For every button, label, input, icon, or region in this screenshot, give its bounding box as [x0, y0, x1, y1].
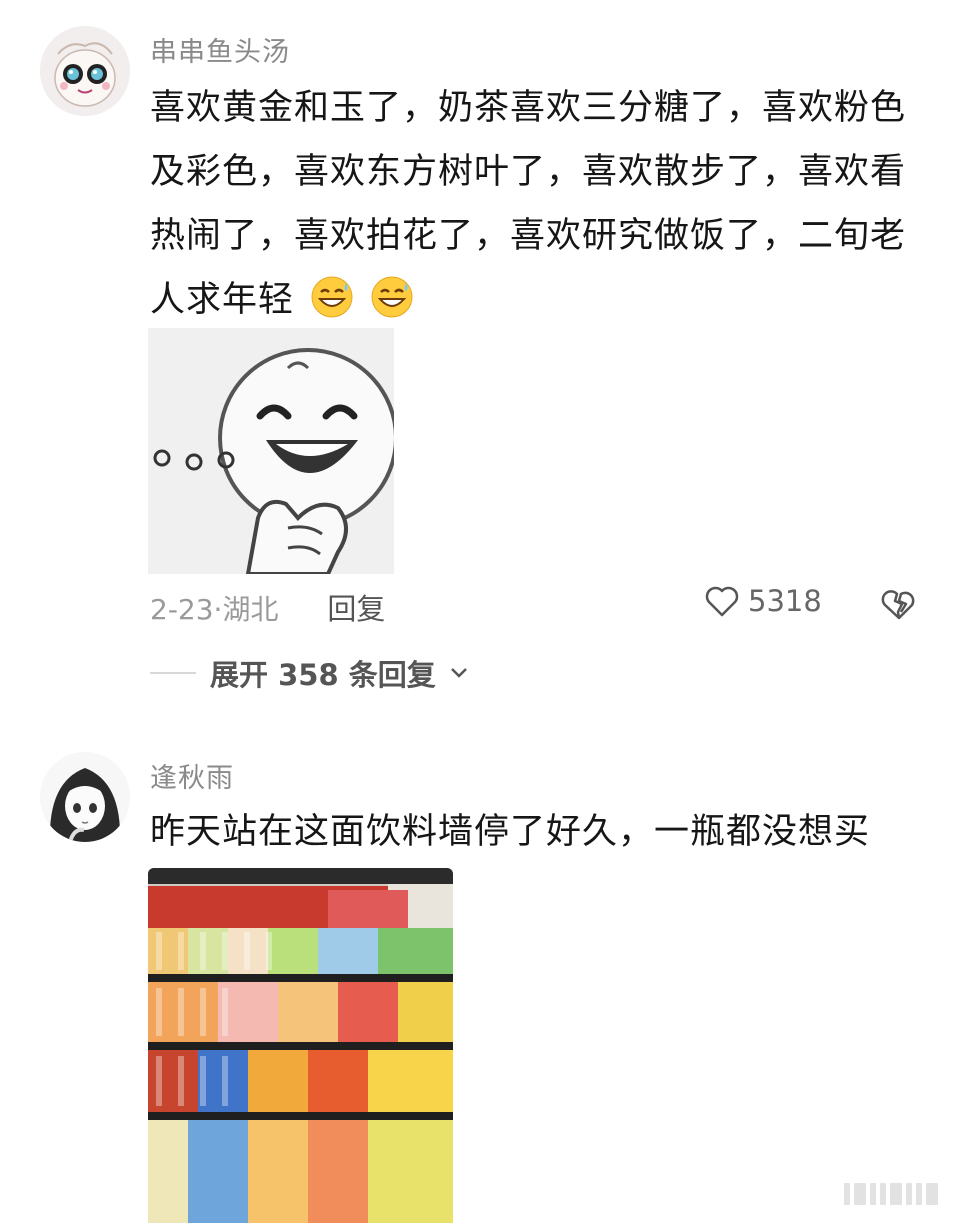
avatar[interactable] [40, 752, 130, 842]
like-button[interactable]: 5318 [704, 584, 822, 618]
divider-line [150, 672, 196, 674]
grinning-sweat-emoji-icon [311, 276, 353, 318]
comment-meta: 2-23·湖北 回复 [150, 586, 385, 628]
heart-icon [705, 586, 739, 617]
cartoon-avatar-icon [40, 26, 130, 116]
beverage-shelf-photo-icon [148, 868, 453, 1223]
expand-replies-label: 展开 358 条回复 [210, 658, 436, 692]
date-location: 2-23·湖北 [150, 593, 279, 626]
comment-image[interactable] [148, 328, 394, 574]
like-count: 5318 [748, 584, 822, 618]
comment-line: 及彩色，喜欢东方树叶了，喜欢散步了，喜欢看 [150, 152, 907, 192]
comment-text: 昨天站在这面饮料墙停了好久，一瓶都没想买 [150, 800, 930, 864]
comment-line: 人求年轻 [150, 280, 295, 320]
comment-image[interactable] [148, 868, 453, 1223]
comment-line: 喜欢黄金和玉了，奶茶喜欢三分糖了，喜欢粉色 [150, 88, 907, 128]
grinning-sweat-emoji-icon [371, 276, 413, 318]
scroll-indicator [844, 1183, 938, 1205]
broken-heart-icon[interactable] [880, 586, 918, 622]
reply-button[interactable]: 回复 [327, 592, 385, 626]
comment-line-last: 人求年轻 [150, 268, 930, 332]
thinking-smile-sticker-icon [148, 328, 394, 574]
comment-text: 喜欢黄金和玉了，奶茶喜欢三分糖了，喜欢粉色 及彩色，喜欢东方树叶了，喜欢散步了，… [150, 76, 930, 332]
expand-replies-button[interactable]: 展开 358 条回复 [150, 652, 468, 694]
comment-line: 热闹了，喜欢拍花了，喜欢研究做饭了，二旬老 [150, 216, 907, 256]
comment-line: 昨天站在这面饮料墙停了好久，一瓶都没想买 [150, 812, 871, 852]
avatar[interactable] [40, 26, 130, 116]
username[interactable]: 逢秋雨 [150, 756, 234, 795]
username[interactable]: 串串鱼头汤 [150, 30, 290, 69]
anime-girl-avatar-icon [40, 752, 130, 842]
chevron-down-icon [450, 668, 467, 678]
